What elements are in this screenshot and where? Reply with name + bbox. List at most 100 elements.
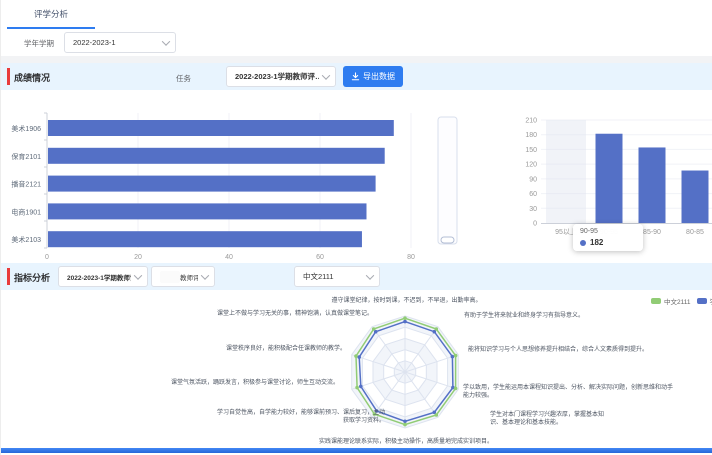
tooltip-dot [580,240,586,246]
radar-indicator-label-8: 课堂秩序良好，能积极配合任课教师的教学。 [176,345,346,353]
tab-label: 评学分析 [34,8,68,20]
semester-select[interactable]: 2022-2023-1 [64,32,176,53]
class-bar-美术1906[interactable] [48,120,394,136]
category-label: 电商1901 [11,207,41,216]
radar-point[interactable] [454,387,458,391]
x-tick-label: 0 [45,254,49,261]
redacted-text [160,271,180,283]
section-accent-bar [7,68,10,85]
semester-label: 学年学期 [24,38,54,49]
category-label: 保育2101 [11,152,41,161]
section-accent-bar [7,268,10,285]
y-tick-label: 30 [529,206,537,213]
radar-point[interactable] [403,420,407,424]
radar-indicator-label-5: 实践课能理论联系实际，积极主动操作，高质量地完成实训项目。 [286,438,526,446]
chart-tooltip: 90-95 182 [573,224,643,251]
x-category-label: 85-90 [643,229,661,236]
radar-indicator-label-1: 有助于学生将来就业和终身学习有指导意义。 [464,312,707,320]
category-label: 美术1906 [11,124,41,133]
export-data-button[interactable]: 导出数据 [343,66,403,87]
radar-point[interactable] [435,413,439,417]
y-tick-label: 120 [525,162,537,169]
survey-select-value: 教师评学调… [180,272,198,282]
y-tick-label: 0 [533,221,537,228]
class-select[interactable]: 中文2111 [294,266,380,287]
radar-point[interactable] [435,327,439,331]
score-section-title: 成绩情况 [14,71,50,84]
radar-point[interactable] [354,354,358,358]
indicator-task-select[interactable]: 2022-2023-1学期教师评… [58,266,148,287]
task-label: 任务 [176,73,191,84]
app-root: 评学分析 学年学期 2022-2023-1 成绩情况 任务 2022-2023-… [0,0,712,455]
survey-select[interactable]: 教师评学调… [151,266,215,287]
radar-indicator-label-9: 课堂上不做与学习无关的事，精神饱满，认真做课堂笔记。 [193,310,373,318]
score-section-header: 成绩情况 任务 2022-2023-1学期教师评… 导出数据 [1,63,712,90]
indicator-section-title: 指标分析 [14,271,50,284]
category-label: 美术2103 [11,235,41,244]
radar-point[interactable] [454,354,458,358]
semester-filter-row: 学年学期 2022-2023-1 [1,29,712,56]
x-category-label: 80-85 [686,229,704,236]
chevron-down-icon [134,271,142,279]
radar-point[interactable] [403,316,407,320]
legend-swatch [697,298,707,304]
x-tick-label: 20 [134,254,142,261]
task-select[interactable]: 2022-2023-1学期教师评… [226,66,336,87]
indicator-section-header: 指标分析 2022-2023-1学期教师评… 教师评学调… 中文2111 [1,263,712,290]
class-bar-播音2121[interactable] [48,176,376,192]
datazoom-handle[interactable] [441,237,454,243]
class-bar-保育2101[interactable] [48,148,385,164]
y-tick-label: 60 [529,191,537,198]
section-divider [1,56,712,63]
radar-indicator-label-7: 课堂气氛活跃，踊跃发言，积极参与课堂讨论，师生互动交流。 [169,379,339,387]
dist-bar-90-95[interactable] [596,134,623,223]
radar-indicator-label-4: 学生对本门课程学习兴趣浓厚，掌握基本知识、基本理论和基本技能。 [490,411,615,427]
chart-legend: 中文2111 学 [651,295,712,307]
radar-indicator-label-6: 学习自觉性高，自学能力较好，能够课前预习、课后复习，主动获取学习资料。 [213,409,385,425]
chevron-down-icon [322,71,330,79]
legend-item-1[interactable]: 学 [697,296,712,306]
chevron-down-icon [162,37,170,45]
bottom-accent-bar [1,448,712,453]
y-tick-label: 90 [529,176,537,183]
radar-point[interactable] [357,355,361,359]
class-bar-美术2103[interactable] [48,231,362,247]
radar-point[interactable] [451,355,455,359]
task-select-value: 2022-2023-1学期教师评… [235,71,319,82]
legend-swatch [651,298,661,304]
x-tick-label: 80 [407,254,415,261]
y-tick-label: 150 [525,147,537,154]
legend-item-0[interactable]: 中文2111 [651,296,691,306]
export-button-label: 导出数据 [363,71,395,82]
indicator-task-select-value: 2022-2023-1学期教师评… [67,272,131,282]
category-label: 播音2121 [11,180,41,189]
download-icon [351,72,360,81]
y-tick-label: 180 [525,132,537,139]
radar-point[interactable] [403,423,407,427]
radar-point[interactable] [403,320,407,324]
dist-bar-85-90[interactable] [639,147,666,223]
radar-point[interactable] [359,385,363,389]
radar-point[interactable] [372,327,376,331]
radar-indicator-label-2: 能将知识学习与个人思想修养提升相结合，综合人文素质得到提升。 [468,346,711,354]
x-tick-label: 60 [316,254,324,261]
tooltip-value: 182 [590,238,603,247]
y-tick-label: 210 [525,118,537,125]
tooltip-title: 90-95 [580,228,636,235]
dist-bar-80-85[interactable] [682,171,709,223]
class-bar-电商1901[interactable] [48,203,367,219]
class-select-value: 中文2111 [303,271,334,282]
legend-label: 中文2111 [664,296,691,306]
x-tick-label: 40 [225,254,233,261]
indicator-radar-chart: 中文2111学 遵守课堂纪律，按时到课，不迟到，不早退，出勤率高。有助于学生将来… [7,290,712,448]
tab-bar: 评学分析 [1,0,712,30]
radar-indicator-label-3: 学以致用，学生能运用本课程知识提出、分析、解决实际问题，创新思维和动手能力较强。 [463,384,678,400]
datazoom-slider[interactable] [438,117,457,244]
class-score-chart-canvas: 0 20 40 60 80 美术1906 保育2101 播音2121 电商1901 美术2103 [7,95,501,265]
hover-shadow-band [546,120,586,223]
tab-evaluation-analysis[interactable]: 评学分析 [7,0,95,29]
chevron-down-icon [201,271,209,279]
semester-select-value: 2022-2023-1 [73,38,116,47]
radar-point[interactable] [355,386,359,390]
chevron-down-icon [366,271,374,279]
